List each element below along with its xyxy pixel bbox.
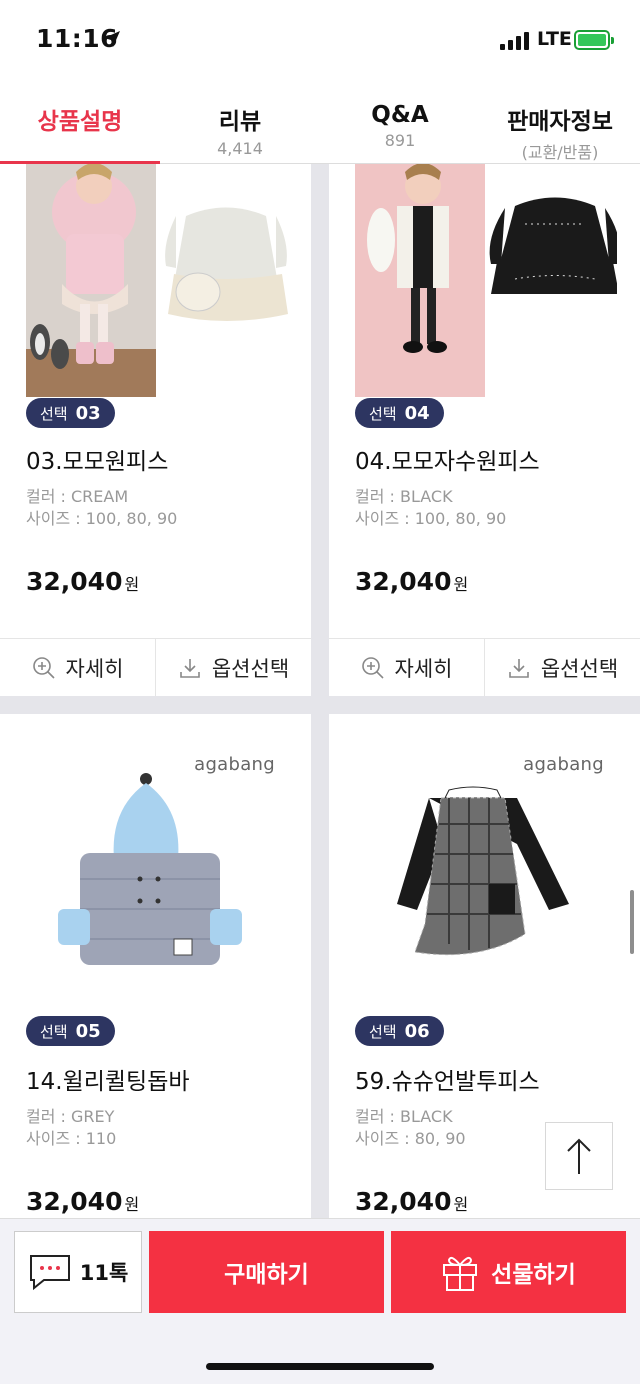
gift-label: 선물하기 [491,1262,576,1288]
tab-bar: 상품설명 리뷰 4,414 Q&A 891 판매자정보 (교환/반품) [0,80,640,164]
option-badge: 선택 03 [26,398,115,428]
product-photo [355,164,617,397]
price-value: 32,040 [355,1187,452,1216]
badge-word: 선택 [369,1022,397,1041]
product-price: 32,040 원 [26,1187,139,1216]
product-sizes: 사이즈 : 110 [26,1129,117,1148]
tab-reviews[interactable]: 리뷰 4,414 [160,80,320,163]
chat-bubble-icon [29,1255,70,1291]
option-badge: 선택 04 [355,398,444,428]
product-name: 59.슈슈언발투피스 [355,1069,540,1095]
tab-sub: (교환/반품) [521,143,599,162]
price-currency: 원 [124,575,140,594]
tab-label: 상품설명 [37,109,123,135]
product-name: 03.모모원피스 [26,449,169,475]
buy-button[interactable]: 구매하기 [149,1231,384,1313]
arrow-up-icon [567,1138,591,1174]
product-name: 04.모모자수원피스 [355,449,540,475]
price-value: 32,040 [355,567,452,596]
product-card[interactable]: agabang 선택 05 14.윌리퀼팅돕바 컬러 : GREY 사이즈 : … [0,714,311,1218]
card-actions: 자세히 옵션선택 [0,638,311,696]
tab-count: 4,414 [217,139,263,158]
product-card[interactable]: 선택 03 03.모모원피스 컬러 : CREAM 사이즈 : 100, 80,… [0,164,311,696]
product-photo [58,773,242,965]
option-badge: 선택 05 [26,1016,115,1046]
scroll-to-top-button[interactable] [545,1122,613,1190]
product-name: 14.윌리퀼팅돕바 [26,1069,190,1095]
price-currency: 원 [453,1195,469,1214]
option-badge: 선택 06 [355,1016,444,1046]
scrollbar[interactable] [630,890,634,954]
location-arrow-icon [104,31,120,47]
badge-word: 선택 [40,1022,68,1041]
zoom-in-icon [32,656,55,679]
tab-label: 리뷰 [218,109,262,135]
product-color: 컬러 : BLACK [355,487,453,506]
badge-number: 04 [404,402,430,424]
badge-word: 선택 [369,404,397,423]
price-value: 32,040 [26,567,123,596]
option-select-button[interactable]: 옵션선택 [155,639,311,696]
detail-button[interactable]: 자세히 [329,639,484,696]
status-bar: 11:16 LTE [0,0,640,80]
option-select-button[interactable]: 옵션선택 [484,639,640,696]
detail-label: 자세히 [65,656,124,681]
detail-label: 자세히 [394,656,453,681]
download-icon [180,658,200,678]
product-sizes: 사이즈 : 100, 80, 90 [355,509,507,528]
product-sizes: 사이즈 : 80, 90 [355,1129,466,1148]
download-icon [509,658,529,678]
product-price: 32,040 원 [355,567,468,596]
tab-product-description[interactable]: 상품설명 [0,80,160,164]
product-price: 32,040 원 [355,1187,468,1216]
badge-number: 06 [404,1020,430,1042]
bottom-action-bar: 11톡 구매하기 선물하기 [0,1218,640,1384]
badge-number: 05 [75,1020,101,1042]
chat-label: 11톡 [79,1261,129,1285]
product-photo [397,786,569,956]
network-label: LTE [537,28,572,50]
product-color: 컬러 : BLACK [355,1107,453,1126]
price-currency: 원 [453,575,469,594]
brand-logo: agabang [523,754,604,775]
home-indicator[interactable] [206,1363,434,1370]
product-card[interactable]: 선택 04 04.모모자수원피스 컬러 : BLACK 사이즈 : 100, 8… [329,164,640,696]
tab-label: Q&A [371,102,429,128]
gift-icon [443,1256,478,1291]
battery-icon [574,30,614,50]
gift-button[interactable]: 선물하기 [391,1231,626,1313]
product-color: 컬러 : CREAM [26,487,129,506]
price-currency: 원 [124,1195,140,1214]
price-value: 32,040 [26,1187,123,1216]
chat-button[interactable]: 11톡 [14,1231,142,1313]
product-list[interactable]: 선택 03 03.모모원피스 컬러 : CREAM 사이즈 : 100, 80,… [0,164,640,1218]
product-price: 32,040 원 [26,567,139,596]
tab-qna[interactable]: Q&A 891 [320,80,480,163]
product-color: 컬러 : GREY [26,1107,115,1126]
detail-button[interactable]: 자세히 [0,639,155,696]
product-photo [26,164,288,397]
tab-count: 891 [384,131,416,150]
zoom-in-icon [361,656,384,679]
option-label: 옵션선택 [211,656,290,681]
tab-seller-info[interactable]: 판매자정보 (교환/반품) [480,80,640,163]
card-actions: 자세히 옵션선택 [329,638,640,696]
product-sizes: 사이즈 : 100, 80, 90 [26,509,178,528]
tab-label: 판매자정보 [507,109,613,135]
badge-word: 선택 [40,404,68,423]
signal-icon [500,32,530,50]
option-label: 옵션선택 [540,656,619,681]
badge-number: 03 [75,402,101,424]
